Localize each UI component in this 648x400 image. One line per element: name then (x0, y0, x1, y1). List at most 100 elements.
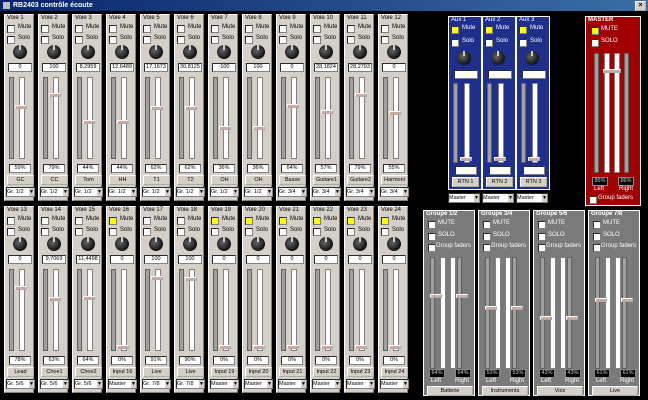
chevron-down-icon[interactable]: ▼ (403, 188, 408, 196)
aux-knob[interactable] (491, 51, 505, 65)
mute-checkbox[interactable] (451, 26, 459, 34)
mute-checkbox[interactable] (177, 25, 185, 33)
solo-checkbox[interactable] (538, 233, 546, 241)
group-select[interactable]: Gr. 5/6 ▼ (6, 379, 35, 389)
channel-label-button[interactable]: Harmoni (381, 175, 408, 185)
channel-label-button[interactable]: Input 22 (313, 367, 340, 377)
channel-label-button[interactable]: Guitare1 (313, 175, 340, 185)
pan-knob[interactable] (319, 45, 333, 59)
mute-checkbox[interactable] (485, 26, 493, 34)
fader-track[interactable] (53, 77, 59, 159)
chevron-down-icon[interactable]: ▼ (63, 188, 68, 196)
solo-checkbox[interactable] (143, 228, 151, 236)
fader-track[interactable] (121, 269, 127, 351)
fader-thumb[interactable] (185, 276, 197, 281)
channel-label-button[interactable]: Input 19 (211, 367, 238, 377)
fader-thumb[interactable] (494, 157, 506, 161)
solo-checkbox[interactable] (313, 228, 321, 236)
pan-knob[interactable] (183, 45, 197, 59)
fader-thumb[interactable] (355, 92, 367, 97)
chevron-down-icon[interactable]: ▼ (335, 380, 340, 388)
group-select[interactable]: Gr. 1/2 ▼ (40, 187, 69, 197)
fader-track[interactable] (325, 77, 331, 159)
fader-track[interactable] (53, 269, 59, 351)
solo-checkbox[interactable] (451, 39, 459, 47)
fader-thumb[interactable] (253, 345, 265, 349)
pan-knob[interactable] (183, 237, 197, 251)
fader-track[interactable] (87, 77, 93, 159)
group-select[interactable]: Gr. 5/6 ▼ (40, 379, 69, 389)
fader-track[interactable] (615, 257, 621, 369)
chevron-down-icon[interactable]: ▼ (165, 188, 170, 196)
fader-thumb-left[interactable] (430, 294, 442, 299)
solo-checkbox[interactable] (245, 36, 253, 44)
channel-label-button[interactable]: Tom (75, 175, 102, 185)
solo-checkbox[interactable] (591, 39, 599, 47)
mute-checkbox[interactable] (109, 217, 117, 225)
group-name-button[interactable]: Batterie (427, 386, 473, 396)
pan-knob[interactable] (387, 45, 401, 59)
solo-checkbox[interactable] (177, 228, 185, 236)
mute-checkbox[interactable] (593, 221, 601, 229)
fader-thumb[interactable] (185, 105, 197, 110)
fader-track[interactable] (19, 77, 25, 159)
group-select[interactable]: Master ▼ (482, 193, 514, 203)
solo-checkbox[interactable] (75, 36, 83, 44)
fader-thumb[interactable] (528, 157, 540, 161)
pan-knob[interactable] (149, 237, 163, 251)
rtn-button[interactable]: RTN 2 (486, 177, 513, 187)
group-select[interactable]: Gr. 1/2 ▼ (6, 187, 35, 197)
mute-checkbox[interactable] (177, 217, 185, 225)
pan-knob[interactable] (13, 237, 27, 251)
group-select[interactable]: Gr. 5/6 ▼ (74, 379, 103, 389)
rtn-button[interactable]: RTN 3 (520, 177, 547, 187)
fader-thumb-left[interactable] (540, 316, 552, 321)
solo-checkbox[interactable] (381, 36, 389, 44)
pan-knob[interactable] (13, 45, 27, 59)
group-select[interactable]: Gr. 7/8 ▼ (142, 379, 171, 389)
pan-knob[interactable] (149, 45, 163, 59)
channel-label-button[interactable]: Guitare2 (347, 175, 374, 185)
mute-checkbox[interactable] (7, 25, 15, 33)
mute-checkbox[interactable] (41, 217, 49, 225)
channel-label-button[interactable]: Input 24 (381, 367, 408, 377)
mute-checkbox[interactable] (75, 25, 83, 33)
channel-label-button[interactable]: Input 16 (109, 367, 136, 377)
fader-thumb-left[interactable] (595, 297, 607, 302)
fader-thumb[interactable] (389, 111, 401, 116)
fader-thumb[interactable] (321, 109, 333, 114)
channel-label-button[interactable]: Basse (279, 175, 306, 185)
rtn-button[interactable]: RTN 1 (452, 177, 479, 187)
solo-checkbox[interactable] (381, 228, 389, 236)
group-select[interactable]: Gr. 3/4 ▼ (312, 187, 341, 197)
group-select[interactable]: Gr. 1/2 ▼ (74, 187, 103, 197)
solo-checkbox[interactable] (279, 228, 287, 236)
chevron-down-icon[interactable]: ▼ (29, 188, 34, 196)
mute-checkbox[interactable] (313, 25, 321, 33)
fader-thumb[interactable] (389, 345, 401, 349)
chevron-down-icon[interactable]: ▼ (267, 188, 272, 196)
group-select[interactable]: Gr. 1/2 ▼ (176, 187, 205, 197)
mute-checkbox[interactable] (279, 25, 287, 33)
chevron-down-icon[interactable]: ▼ (131, 380, 136, 388)
solo-checkbox[interactable] (41, 228, 49, 236)
pan-knob[interactable] (353, 45, 367, 59)
solo-checkbox[interactable] (428, 233, 436, 241)
fader-thumb[interactable] (83, 296, 95, 301)
fader-track[interactable] (155, 77, 161, 159)
chevron-down-icon[interactable]: ▼ (165, 380, 170, 388)
fader-thumb[interactable] (49, 92, 61, 97)
mute-checkbox[interactable] (211, 217, 219, 225)
pan-knob[interactable] (81, 237, 95, 251)
mute-checkbox[interactable] (143, 217, 151, 225)
chevron-down-icon[interactable]: ▼ (233, 380, 238, 388)
fader-track[interactable] (189, 269, 195, 351)
fader-track[interactable] (257, 77, 263, 159)
fader-track[interactable] (532, 83, 538, 163)
mute-checkbox[interactable] (7, 217, 15, 225)
mute-checkbox[interactable] (313, 217, 321, 225)
solo-checkbox[interactable] (75, 228, 83, 236)
solo-checkbox[interactable] (313, 36, 321, 44)
mute-checkbox[interactable] (381, 25, 389, 33)
fader-track[interactable] (505, 257, 511, 369)
